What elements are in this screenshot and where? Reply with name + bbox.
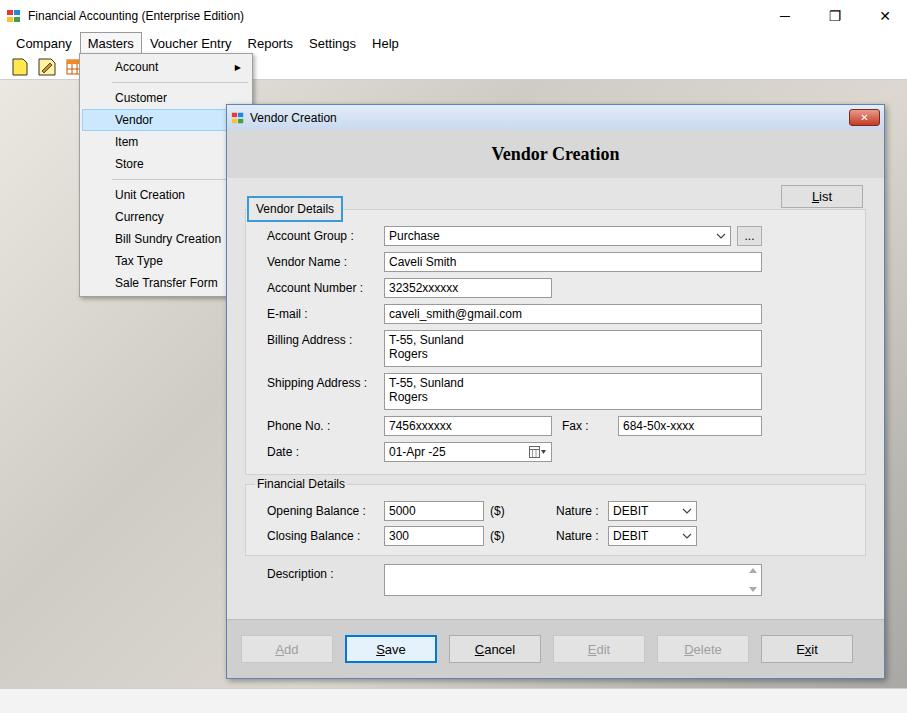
submenu-arrow: ▶: [235, 63, 241, 72]
account-group-select[interactable]: Purchase: [384, 226, 731, 246]
financial-details-group: Financial Details Opening Balance :5000($…: [245, 477, 866, 556]
field-label: Account Group :: [267, 226, 384, 246]
masters-menu-item[interactable]: Store: [82, 153, 250, 175]
nature-select[interactable]: DEBIT: [608, 501, 697, 521]
balance-row: Closing Balance :300($)Nature :DEBIT: [267, 526, 865, 546]
menu-item[interactable]: Help: [364, 32, 407, 54]
action-button[interactable]: Save: [345, 635, 437, 663]
window-control[interactable]: ✕: [863, 0, 907, 32]
masters-menu-item[interactable]: Vendor: [82, 109, 250, 131]
status-bar: [0, 688, 907, 713]
masters-menu-item[interactable]: Unit Creation: [82, 184, 250, 206]
field-label: Shipping Address :: [267, 373, 384, 410]
menu-item[interactable]: Reports: [240, 32, 302, 54]
balance-input[interactable]: 5000: [384, 501, 484, 521]
masters-menu-item[interactable]: Currency: [82, 206, 250, 228]
action-button[interactable]: Exit: [761, 635, 853, 663]
action-button[interactable]: Delete: [657, 635, 749, 663]
field-label: Phone No. :: [267, 416, 384, 436]
dropdown-arrow-icon: [682, 508, 692, 514]
vendor-details-group: Vendor Details Account Group :Purchase...…: [245, 196, 866, 475]
masters-menu-item[interactable]: Sale Transfer Form: [82, 272, 250, 294]
currency-unit: ($): [484, 526, 556, 543]
app-logo-icon: [6, 8, 22, 24]
vendor-details-legend: Vendor Details: [247, 196, 343, 222]
description-textarea[interactable]: [384, 564, 762, 596]
calendar-icon: [529, 446, 547, 458]
field-label: Nature :: [556, 501, 608, 518]
field-label: Vendor Name :: [267, 252, 384, 272]
vendor-dialog: Vendor Creation✕Vendor CreationListVendo…: [226, 104, 885, 679]
date-picker[interactable]: 01-Apr -25: [384, 442, 552, 462]
edit-icon[interactable]: [38, 58, 56, 76]
window-control[interactable]: ─: [763, 0, 807, 32]
fax-input[interactable]: 684-50x-xxxx: [618, 416, 762, 436]
app-window: Financial Accounting (Enterprise Edition…: [0, 0, 907, 713]
field-label: E-mail :: [267, 304, 384, 324]
field-label: Date :: [267, 442, 384, 462]
masters-menu-item[interactable]: Item: [82, 131, 250, 153]
field-label: Fax :: [562, 416, 618, 433]
balance-input[interactable]: 300: [384, 526, 484, 546]
field-label: Description :: [267, 564, 384, 596]
menu-item[interactable]: Masters: [80, 32, 142, 54]
dropdown-arrow-icon: [716, 233, 726, 239]
balance-row: Opening Balance :5000($)Nature :DEBIT: [267, 501, 865, 521]
description-row: Description :: [245, 556, 866, 596]
masters-menu-item[interactable]: Bill Sundry Creation: [82, 228, 250, 250]
scroll-up-icon[interactable]: [749, 567, 757, 573]
menu-item[interactable]: Company: [8, 32, 80, 54]
window-title: Financial Accounting (Enterprise Edition…: [28, 9, 757, 23]
menu-item[interactable]: Settings: [301, 32, 364, 54]
financial-details-legend: Financial Details: [255, 477, 347, 491]
field-label: Account Number :: [267, 278, 384, 298]
text-input[interactable]: caveli_smith@gmail.com: [384, 304, 762, 324]
field-label: Closing Balance :: [267, 526, 384, 543]
field-label: Nature :: [556, 526, 608, 543]
action-button[interactable]: Add: [241, 635, 333, 663]
masters-menu-item[interactable]: Account▶: [82, 56, 250, 78]
dialog-close-button[interactable]: ✕: [849, 109, 880, 126]
dialog-title-bar: Vendor Creation ✕: [227, 105, 884, 130]
text-input[interactable]: 32352xxxxxx: [384, 278, 552, 298]
menu-item[interactable]: Voucher Entry: [142, 32, 240, 54]
dialog-body: ListVendor DetailsAccount Group :Purchas…: [227, 178, 884, 619]
menu-separator: [112, 82, 248, 83]
dialog-heading: Vendor Creation: [227, 130, 884, 178]
button-bar: Add Save Cancel Edit Delete Exit: [227, 619, 884, 678]
text-input[interactable]: Caveli Smith: [384, 252, 762, 272]
app-logo-icon: [231, 111, 245, 125]
browse-button[interactable]: ...: [737, 226, 762, 246]
title-bar: Financial Accounting (Enterprise Edition…: [0, 0, 907, 32]
action-button[interactable]: Cancel: [449, 635, 541, 663]
window-control[interactable]: ❐: [813, 0, 857, 32]
masters-menu-item[interactable]: Customer: [82, 87, 250, 109]
phone-input[interactable]: 7456xxxxxx: [384, 416, 552, 436]
action-button[interactable]: Edit: [553, 635, 645, 663]
address-textarea[interactable]: T-55, Sunland Rogers: [384, 373, 762, 410]
field-label: Billing Address :: [267, 330, 384, 367]
dropdown-arrow-icon: [682, 533, 692, 539]
field-label: Opening Balance :: [267, 501, 384, 518]
nature-select[interactable]: DEBIT: [608, 526, 697, 546]
currency-unit: ($): [484, 501, 556, 518]
menu-bar: CompanyMastersVoucher EntryReportsSettin…: [0, 32, 907, 54]
dialog-title: Vendor Creation: [250, 111, 337, 125]
masters-menu-item[interactable]: Tax Type: [82, 250, 250, 272]
scroll-down-icon[interactable]: [749, 587, 757, 593]
new-icon[interactable]: [12, 58, 28, 76]
address-textarea[interactable]: T-55, Sunland Rogers: [384, 330, 762, 367]
